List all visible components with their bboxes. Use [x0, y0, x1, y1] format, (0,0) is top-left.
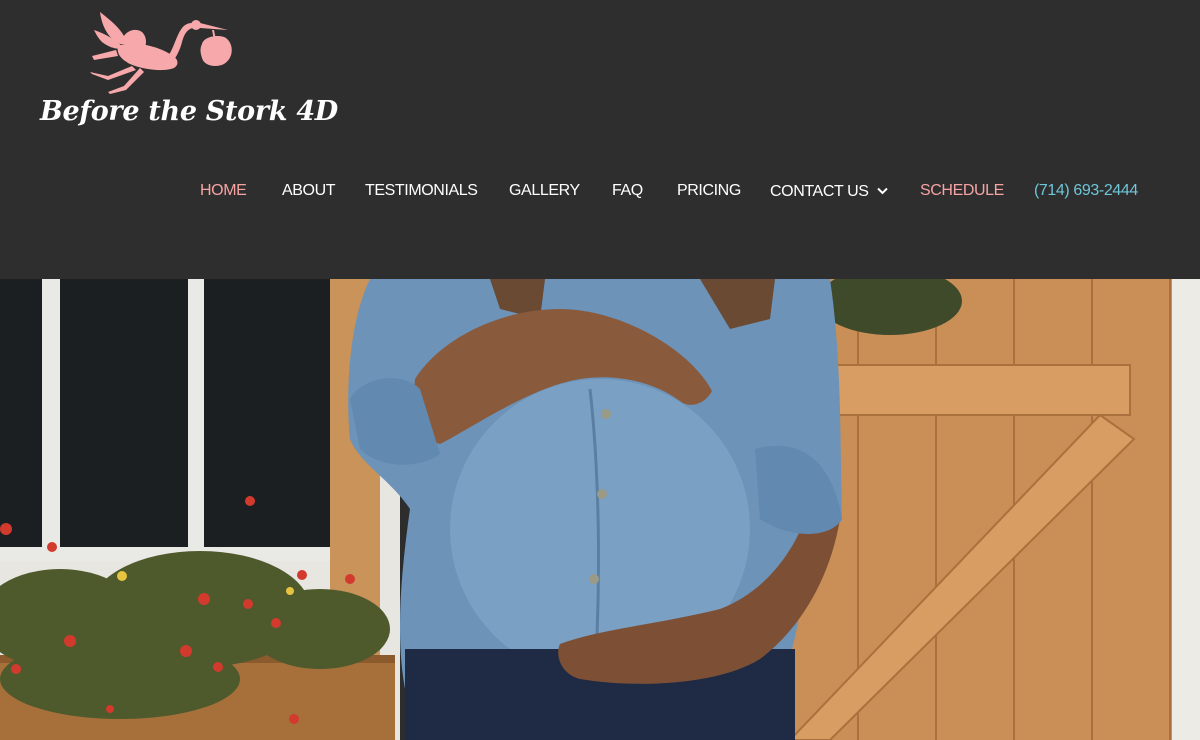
brand-name: Before the Stork 4D	[40, 96, 338, 127]
nav-item-contact-us[interactable]: CONTACT US	[770, 182, 888, 201]
nav-item-schedule[interactable]: SCHEDULE	[920, 182, 1004, 200]
nav-item-pricing[interactable]: PRICING	[677, 182, 741, 200]
hero-photo-pregnant-woman	[0, 279, 1200, 740]
chevron-down-icon[interactable]	[876, 182, 888, 200]
nav-item-phone[interactable]: (714) 693-2444	[1034, 182, 1138, 200]
stork-icon	[90, 12, 232, 94]
site-logo[interactable]: Before the Stork 4D	[38, 10, 338, 140]
nav-item-contact-us-label: CONTACT US	[770, 183, 869, 200]
nav-item-gallery[interactable]: GALLERY	[509, 182, 580, 200]
site-header: Before the Stork 4D HOME ABOUT TESTIMONI…	[0, 0, 1200, 279]
hero-image	[0, 279, 1200, 740]
nav-item-faq[interactable]: FAQ	[612, 182, 643, 200]
main-nav: HOME ABOUT TESTIMONIALS GALLERY FAQ PRIC…	[0, 182, 1200, 206]
nav-item-about[interactable]: ABOUT	[282, 182, 336, 200]
nav-item-testimonials[interactable]: TESTIMONIALS	[365, 182, 478, 200]
nav-item-home[interactable]: HOME	[200, 182, 247, 200]
